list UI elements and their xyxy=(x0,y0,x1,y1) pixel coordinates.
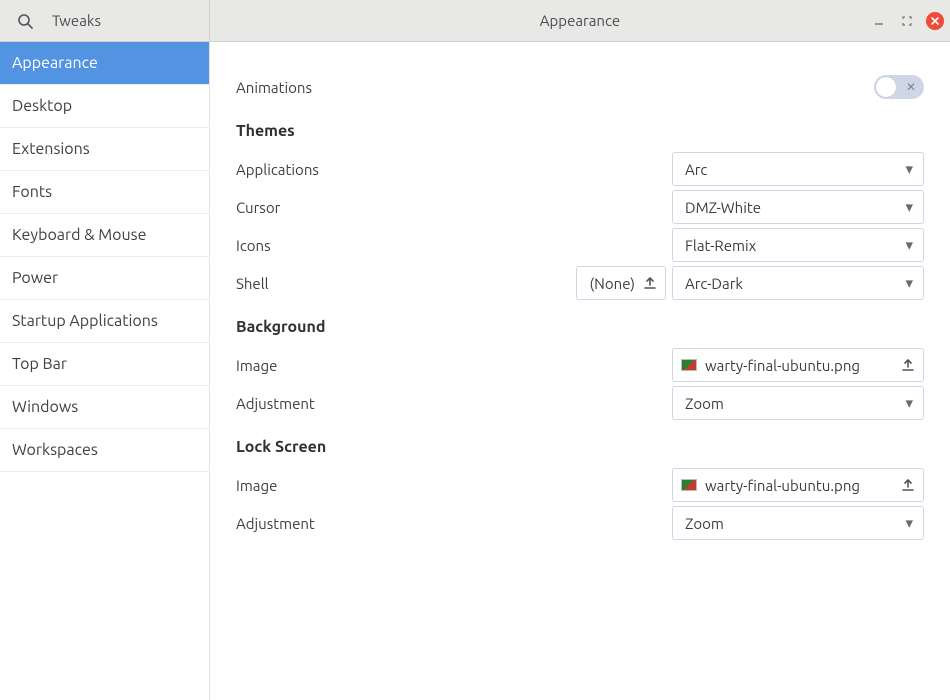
shell-combo[interactable]: Arc-Dark ▾ xyxy=(672,266,924,300)
image-thumbnail-icon xyxy=(681,479,697,491)
section-lockscreen-title: Lock Screen xyxy=(236,428,924,466)
upload-icon xyxy=(901,358,915,372)
icons-label: Icons xyxy=(236,237,672,254)
sidebar-item-label: Power xyxy=(12,269,58,287)
icons-combo[interactable]: Flat-Remix ▾ xyxy=(672,228,924,262)
file-name: warty-final-ubuntu.png xyxy=(705,477,893,494)
sidebar-item-appearance[interactable]: Appearance xyxy=(0,42,209,85)
combo-value: Zoom xyxy=(685,395,724,412)
applications-label: Applications xyxy=(236,161,672,178)
switch-off-icon: ✕ xyxy=(906,80,916,94)
sidebar-item-label: Keyboard & Mouse xyxy=(12,226,146,244)
background-image-button[interactable]: warty-final-ubuntu.png xyxy=(672,348,924,382)
image-thumbnail-icon xyxy=(681,359,697,371)
file-name: warty-final-ubuntu.png xyxy=(705,357,893,374)
row-background-adjustment: Adjustment Zoom ▾ xyxy=(236,384,924,422)
sidebar-item-workspaces[interactable]: Workspaces xyxy=(0,429,209,472)
lockscreen-image-label: Image xyxy=(236,477,672,494)
chevron-down-icon: ▾ xyxy=(905,198,913,216)
chevron-down-icon: ▾ xyxy=(905,274,913,292)
lockscreen-adjustment-label: Adjustment xyxy=(236,515,672,532)
section-themes-title: Themes xyxy=(236,112,924,150)
lockscreen-image-button[interactable]: warty-final-ubuntu.png xyxy=(672,468,924,502)
sidebar-item-label: Desktop xyxy=(12,97,72,115)
sidebar-item-extensions[interactable]: Extensions xyxy=(0,128,209,171)
row-cursor: Cursor DMZ-White ▾ xyxy=(236,188,924,226)
app-title: Tweaks xyxy=(52,12,101,29)
shell-upload-button[interactable]: (None) xyxy=(576,266,666,300)
shell-upload-value: (None) xyxy=(589,275,635,292)
chevron-down-icon: ▾ xyxy=(905,394,913,412)
sidebar-item-label: Fonts xyxy=(12,183,52,201)
sidebar-item-label: Startup Applications xyxy=(12,312,158,330)
chevron-down-icon: ▾ xyxy=(905,514,913,532)
page-title: Appearance xyxy=(540,12,620,29)
row-applications: Applications Arc ▾ xyxy=(236,150,924,188)
background-adjustment-combo[interactable]: Zoom ▾ xyxy=(672,386,924,420)
search-button[interactable] xyxy=(8,7,42,35)
row-background-image: Image warty-final-ubuntu.png xyxy=(236,346,924,384)
headerbar-center: Appearance xyxy=(210,0,950,41)
section-background-title: Background xyxy=(236,308,924,346)
maximize-button[interactable] xyxy=(898,12,916,30)
combo-value: Flat-Remix xyxy=(685,237,756,254)
chevron-down-icon: ▾ xyxy=(905,236,913,254)
combo-value: Zoom xyxy=(685,515,724,532)
row-shell: Shell (None) Arc-Dark ▾ xyxy=(236,264,924,302)
content: Appearance Desktop Extensions Fonts Keyb… xyxy=(0,42,950,700)
combo-value: DMZ-White xyxy=(685,199,761,216)
cursor-combo[interactable]: DMZ-White ▾ xyxy=(672,190,924,224)
close-button[interactable] xyxy=(926,12,944,30)
sidebar-item-label: Extensions xyxy=(12,140,90,158)
row-icons: Icons Flat-Remix ▾ xyxy=(236,226,924,264)
sidebar-item-fonts[interactable]: Fonts xyxy=(0,171,209,214)
row-lockscreen-image: Image warty-final-ubuntu.png xyxy=(236,466,924,504)
close-icon xyxy=(930,16,940,26)
sidebar-item-desktop[interactable]: Desktop xyxy=(0,85,209,128)
headerbar: Tweaks Appearance xyxy=(0,0,950,42)
combo-value: Arc xyxy=(685,161,707,178)
sidebar-item-keyboard-mouse[interactable]: Keyboard & Mouse xyxy=(0,214,209,257)
main-panel: Animations ✕ Themes Applications Arc ▾ C… xyxy=(210,42,950,700)
maximize-icon xyxy=(902,16,912,26)
row-animations: Animations ✕ xyxy=(236,68,924,106)
combo-value: Arc-Dark xyxy=(685,275,743,292)
sidebar-item-top-bar[interactable]: Top Bar xyxy=(0,343,209,386)
sidebar-item-label: Workspaces xyxy=(12,441,98,459)
background-image-label: Image xyxy=(236,357,672,374)
animations-label: Animations xyxy=(236,79,874,96)
animations-switch[interactable]: ✕ xyxy=(874,75,924,99)
applications-combo[interactable]: Arc ▾ xyxy=(672,152,924,186)
sidebar-item-label: Windows xyxy=(12,398,78,416)
search-icon xyxy=(17,13,33,29)
window-controls xyxy=(870,12,944,30)
lockscreen-adjustment-combo[interactable]: Zoom ▾ xyxy=(672,506,924,540)
row-lockscreen-adjustment: Adjustment Zoom ▾ xyxy=(236,504,924,542)
sidebar-item-label: Appearance xyxy=(12,54,98,72)
background-adjustment-label: Adjustment xyxy=(236,395,672,412)
chevron-down-icon: ▾ xyxy=(905,160,913,178)
sidebar-item-label: Top Bar xyxy=(12,355,67,373)
sidebar-item-power[interactable]: Power xyxy=(0,257,209,300)
sidebar: Appearance Desktop Extensions Fonts Keyb… xyxy=(0,42,210,700)
switch-knob xyxy=(876,77,896,97)
upload-icon xyxy=(901,478,915,492)
shell-label: Shell xyxy=(236,275,576,292)
minimize-icon xyxy=(874,16,884,26)
sidebar-item-windows[interactable]: Windows xyxy=(0,386,209,429)
upload-icon xyxy=(643,276,657,290)
minimize-button[interactable] xyxy=(870,12,888,30)
sidebar-item-startup-applications[interactable]: Startup Applications xyxy=(0,300,209,343)
cursor-label: Cursor xyxy=(236,199,672,216)
headerbar-left: Tweaks xyxy=(0,0,210,41)
